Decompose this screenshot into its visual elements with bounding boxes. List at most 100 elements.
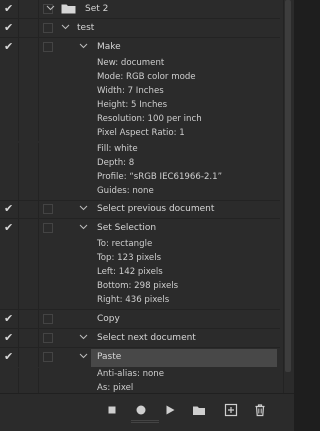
detail-text: Bottom: 298 pixels bbox=[97, 281, 179, 291]
step-detail: Mode: RGB color mode bbox=[0, 71, 280, 85]
detail-text: Mode: RGB color mode bbox=[97, 72, 196, 82]
play-icon[interactable] bbox=[163, 403, 177, 417]
dialog-toggle-box[interactable] bbox=[43, 42, 53, 52]
actions-panel: ✔ Set 2 ✔ test ✔ Make New: document Mode… bbox=[0, 0, 294, 431]
action-label: test bbox=[77, 23, 95, 33]
detail-text: Fill: white bbox=[97, 144, 138, 154]
detail-text: New: document bbox=[97, 58, 165, 68]
record-icon[interactable] bbox=[134, 403, 148, 417]
chevron-down-icon[interactable] bbox=[79, 203, 88, 212]
check-icon[interactable]: ✔ bbox=[4, 312, 13, 325]
step-detail: Profile: “sRGB IEC61966-2.1” bbox=[0, 171, 280, 185]
set-row[interactable]: ✔ Set 2 bbox=[0, 0, 280, 19]
step-detail: Bottom: 298 pixels bbox=[0, 280, 280, 294]
toggle-column[interactable]: ✔ bbox=[0, 19, 19, 37]
step-row-make[interactable]: ✔ Make bbox=[0, 38, 280, 57]
toggle-column[interactable]: ✔ bbox=[0, 310, 19, 328]
set-label: Set 2 bbox=[85, 4, 109, 14]
scroll-thumb[interactable] bbox=[285, 0, 291, 372]
check-icon[interactable]: ✔ bbox=[4, 40, 13, 53]
check-icon[interactable]: ✔ bbox=[4, 2, 13, 15]
chevron-down-icon[interactable] bbox=[79, 41, 88, 50]
step-row-copy[interactable]: ✔ Copy bbox=[0, 310, 280, 329]
dialog-toggle-column[interactable] bbox=[19, 348, 53, 367]
dialog-toggle-box[interactable] bbox=[43, 333, 53, 343]
step-label: Paste bbox=[97, 352, 122, 362]
dialog-toggle-box[interactable] bbox=[43, 204, 53, 214]
folder-icon bbox=[61, 4, 76, 14]
step-row-select-next[interactable]: ✔ Select next document bbox=[0, 329, 280, 348]
dialog-toggle-box[interactable] bbox=[43, 352, 53, 362]
toggle-column[interactable]: ✔ bbox=[0, 329, 19, 347]
step-detail: Pixel Aspect Ratio: 1 bbox=[0, 127, 280, 141]
step-detail: Top: 123 pixels bbox=[0, 252, 280, 266]
resize-grip[interactable] bbox=[131, 420, 159, 423]
dialog-toggle-column[interactable] bbox=[19, 0, 53, 18]
toggle-column[interactable]: ✔ bbox=[0, 0, 19, 18]
check-icon[interactable]: ✔ bbox=[4, 21, 13, 34]
actions-list: ✔ Set 2 ✔ test ✔ Make New: document Mode… bbox=[0, 0, 280, 393]
detail-text: Depth: 8 bbox=[97, 158, 135, 168]
detail-text: Right: 436 pixels bbox=[97, 295, 170, 305]
step-detail: As: pixel bbox=[0, 382, 280, 393]
chevron-down-icon[interactable] bbox=[46, 3, 55, 12]
toggle-column[interactable]: ✔ bbox=[0, 219, 19, 238]
step-detail: New: document bbox=[0, 57, 280, 71]
detail-text: Profile: “sRGB IEC61966-2.1” bbox=[97, 172, 223, 182]
dialog-toggle-box[interactable] bbox=[43, 23, 53, 33]
detail-text: Height: 5 Inches bbox=[97, 100, 168, 110]
toggle-column[interactable]: ✔ bbox=[0, 38, 19, 57]
check-icon[interactable]: ✔ bbox=[4, 202, 13, 215]
dialog-toggle-column[interactable] bbox=[19, 219, 53, 238]
dialog-toggle-box[interactable] bbox=[43, 314, 53, 324]
step-row-set-selection[interactable]: ✔ Set Selection bbox=[0, 219, 280, 238]
detail-text: Left: 142 pixels bbox=[97, 267, 163, 277]
check-icon[interactable]: ✔ bbox=[4, 221, 13, 234]
dialog-toggle-column[interactable] bbox=[19, 329, 53, 347]
stop-icon[interactable] bbox=[105, 403, 119, 417]
check-icon[interactable]: ✔ bbox=[4, 331, 13, 344]
step-detail: Guides: none bbox=[0, 185, 280, 201]
step-detail: Height: 5 Inches bbox=[0, 99, 280, 113]
detail-text: Anti-alias: none bbox=[97, 369, 165, 379]
dialog-toggle-column[interactable] bbox=[19, 200, 53, 218]
chevron-down-icon[interactable] bbox=[79, 332, 88, 341]
check-icon[interactable]: ✔ bbox=[4, 350, 13, 363]
dialog-toggle-column[interactable] bbox=[19, 19, 53, 37]
chevron-down-icon[interactable] bbox=[61, 22, 70, 31]
toggle-column[interactable]: ✔ bbox=[0, 348, 19, 367]
step-label: Select previous document bbox=[97, 204, 215, 214]
step-label: Copy bbox=[97, 314, 120, 324]
new-set-folder-icon[interactable] bbox=[192, 403, 206, 417]
step-detail: Right: 436 pixels bbox=[0, 294, 280, 310]
step-detail: Width: 7 Inches bbox=[0, 85, 280, 99]
step-detail: Anti-alias: none bbox=[0, 368, 280, 382]
detail-text: Guides: none bbox=[97, 186, 154, 196]
action-row[interactable]: ✔ test bbox=[0, 19, 280, 38]
scrollbar[interactable] bbox=[283, 0, 291, 393]
detail-text: Top: 123 pixels bbox=[97, 253, 162, 263]
dialog-toggle-box[interactable] bbox=[43, 223, 53, 233]
trash-icon[interactable] bbox=[253, 403, 267, 417]
step-label: Select next document bbox=[97, 333, 196, 343]
step-detail: Fill: white bbox=[0, 143, 280, 157]
chevron-down-icon[interactable] bbox=[79, 351, 88, 360]
step-row-paste[interactable]: ✔ Paste bbox=[0, 348, 280, 367]
step-detail: Resolution: 100 per inch bbox=[0, 113, 280, 127]
step-row-select-previous[interactable]: ✔ Select previous document bbox=[0, 200, 280, 219]
detail-text: To: rectangle bbox=[97, 239, 153, 249]
detail-text: Width: 7 Inches bbox=[97, 86, 164, 96]
detail-text: As: pixel bbox=[97, 383, 134, 393]
step-label: Set Selection bbox=[97, 223, 157, 233]
dialog-toggle-column[interactable] bbox=[19, 38, 53, 57]
detail-text: Resolution: 100 per inch bbox=[97, 114, 202, 124]
dialog-toggle-column[interactable] bbox=[19, 310, 53, 328]
step-label: Make bbox=[97, 42, 121, 52]
step-detail: Left: 142 pixels bbox=[0, 266, 280, 280]
toggle-column[interactable]: ✔ bbox=[0, 200, 19, 218]
new-action-icon[interactable] bbox=[224, 403, 238, 417]
actions-toolbar bbox=[0, 393, 294, 431]
detail-text: Pixel Aspect Ratio: 1 bbox=[97, 128, 185, 138]
chevron-down-icon[interactable] bbox=[79, 222, 88, 231]
step-detail: Depth: 8 bbox=[0, 157, 280, 171]
